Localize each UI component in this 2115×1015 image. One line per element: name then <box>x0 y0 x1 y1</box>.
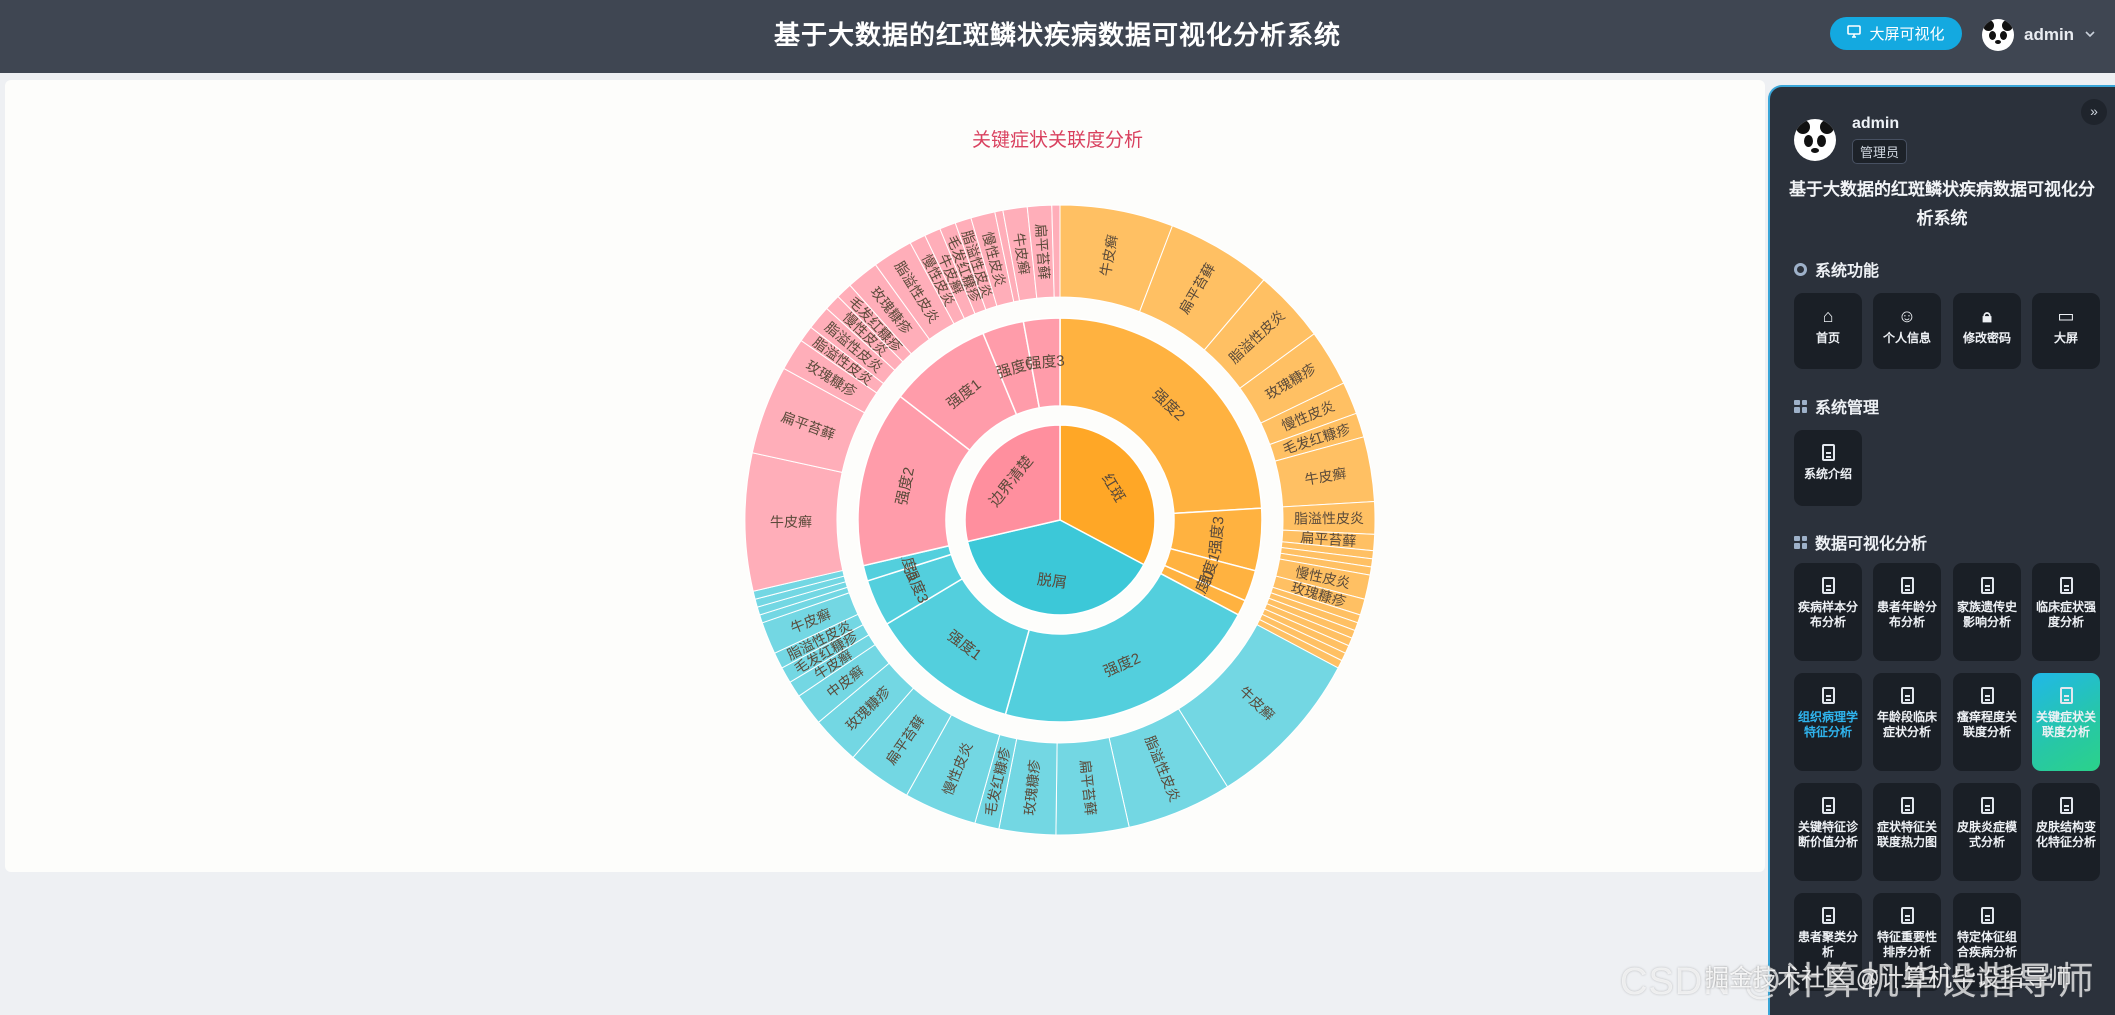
nav-tile-label: 瘙痒程度关联度分析 <box>1957 710 2018 739</box>
side-panel: » admin 管理员 基于大数据的红斑鳞状疾病数据可视化分析系统 系统功能 ⌂… <box>1768 85 2115 1015</box>
grid-icon <box>1794 535 1807 549</box>
nav-tile-label: 家族遗传史影响分析 <box>1957 600 2018 629</box>
collapse-panel-button[interactable]: » <box>2081 99 2107 125</box>
nav-tile[interactable]: 皮肤结构变化特征分析 <box>2032 783 2100 881</box>
big-screen-button[interactable]: 大屏可视化 <box>1830 17 1962 50</box>
nav-tile[interactable]: ▭ 大屏 <box>2032 293 2100 369</box>
nav-tile[interactable]: 关键症状关联度分析 <box>2032 673 2100 771</box>
section-label: 系统功能 <box>1815 263 1880 280</box>
gear-icon <box>1794 262 1807 276</box>
sunburst-label: 牛皮癣 <box>770 514 812 530</box>
document-icon <box>1900 577 1914 594</box>
document-icon <box>1900 687 1914 704</box>
user-menu[interactable]: admin <box>1982 17 2096 53</box>
section-label: 系统管理 <box>1815 400 1880 417</box>
document-icon <box>2059 687 2073 704</box>
document-icon <box>1821 577 1835 594</box>
panel-username: admin <box>1852 115 1900 132</box>
app-title: 基于大数据的红斑鳞状疾病数据可视化分析系统 <box>773 20 1341 50</box>
panel-user-info: admin 管理员 <box>1794 113 1908 164</box>
nav-tile[interactable]: 组织病理学特征分析 <box>1794 673 1862 771</box>
nav-tile-label: 关键特征诊断价值分析 <box>1798 820 1859 849</box>
nav-tile-label: 皮肤结构变化特征分析 <box>2036 820 2097 849</box>
sunburst-label: 强度3 <box>1026 352 1066 372</box>
panel-system-title: 基于大数据的红斑鳞状疾病数据可视化分析系统 <box>1789 180 2095 228</box>
nav-tile-label: 首页 <box>1815 331 1840 345</box>
document-icon <box>1980 577 1994 594</box>
nav-tile[interactable]: 临床症状强度分析 <box>2032 563 2100 661</box>
nav-tile-label: 组织病理学特征分析 <box>1798 710 1859 739</box>
nav-tile-label: 皮肤炎症模式分析 <box>1957 820 2018 849</box>
home-icon: ⌂ <box>1822 306 1834 326</box>
document-icon <box>1900 907 1914 924</box>
section-system-functions: 系统功能 <box>1794 257 1879 281</box>
grid-icon <box>1794 399 1807 413</box>
nav-tile[interactable]: ⌂ 首页 <box>1794 293 1862 369</box>
document-icon <box>1980 907 1994 924</box>
section-data-visualization: 数据可视化分析 <box>1794 530 1927 554</box>
document-icon <box>1900 797 1914 814</box>
nav-tile-label: 症状特征关联度热力图 <box>1877 820 1938 849</box>
nav-tile[interactable]: 患者年龄分布分析 <box>1873 563 1941 661</box>
nav-tile-label: 临床症状强度分析 <box>2036 600 2097 629</box>
document-icon <box>1821 907 1835 924</box>
nav-tile-label: 个人信息 <box>1882 331 1931 345</box>
username: admin <box>2024 25 2075 44</box>
panel-avatar <box>1794 119 1836 161</box>
nav-tile-label: 年龄段临床症状分析 <box>1877 710 1938 739</box>
nav-tile-label: 疾病样本分布分析 <box>1798 600 1859 629</box>
presentation-icon: ▭ <box>2057 306 2075 326</box>
role-badge: 管理员 <box>1852 139 1908 164</box>
document-icon <box>1821 687 1835 704</box>
lock-icon: 🔒︎ <box>1982 306 1992 326</box>
document-icon <box>2059 797 2073 814</box>
document-icon <box>1980 687 1994 704</box>
document-icon <box>1821 797 1835 814</box>
watermark-secondary: 掘金技术社区 @计算机毕设指导师 <box>1705 965 2073 992</box>
nav-tile-label: 修改密码 <box>1962 331 2011 345</box>
section-label: 数据可视化分析 <box>1815 536 1928 553</box>
nav-tile-label: 关键症状关联度分析 <box>2036 710 2097 739</box>
nav-tile-label: 患者年龄分布分析 <box>1877 600 1938 629</box>
document-icon <box>1821 444 1835 461</box>
monitor-icon <box>1847 25 1862 42</box>
nav-tile[interactable]: 🔒︎ 修改密码 <box>1953 293 2021 369</box>
document-icon <box>1980 797 1994 814</box>
nav-tile[interactable]: 系统介绍 <box>1794 430 1862 506</box>
nav-tile[interactable]: 症状特征关联度热力图 <box>1873 783 1941 881</box>
user-icon: ☺ <box>1897 306 1917 326</box>
nav-tile[interactable]: ☺ 个人信息 <box>1873 293 1941 369</box>
nav-tile[interactable]: 关键特征诊断价值分析 <box>1794 783 1862 881</box>
nav-tile-label: 大屏 <box>2053 331 2078 345</box>
nav-tile[interactable]: 皮肤炎症模式分析 <box>1953 783 2021 881</box>
nav-tile[interactable]: 家族遗传史影响分析 <box>1953 563 2021 661</box>
big-screen-label: 大屏可视化 <box>1869 26 1945 43</box>
nav-tile[interactable]: 瘙痒程度关联度分析 <box>1953 673 2021 771</box>
nav-tile[interactable]: 年龄段临床症状分析 <box>1873 673 1941 771</box>
nav-tile[interactable]: 疾病样本分布分析 <box>1794 563 1862 661</box>
avatar <box>1982 19 2014 51</box>
document-icon <box>2059 577 2073 594</box>
chevron-down-icon <box>2084 25 2096 45</box>
sunburst-chart: 红斑强度2牛皮癣扁平苔藓脂溢性皮炎玫瑰糠疹慢性皮炎毛发红糠疹牛皮癣强度3 脂溢性皮… <box>744 204 1376 836</box>
nav-tile-label: 系统介绍 <box>1803 467 1852 481</box>
sunburst-label: 脂溢性皮炎 <box>1294 510 1364 526</box>
top-bar: 基于大数据的红斑鳞状疾病数据可视化分析系统 大屏可视化 admin <box>0 0 2115 73</box>
section-system-management: 系统管理 <box>1794 394 1879 418</box>
